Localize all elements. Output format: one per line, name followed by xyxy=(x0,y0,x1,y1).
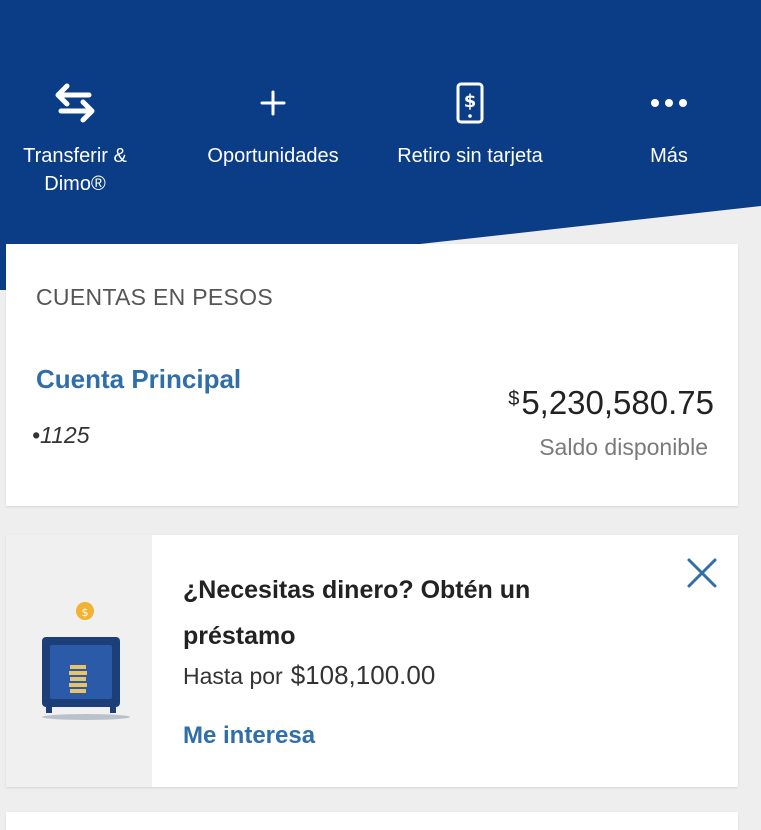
quick-action-oportunidades[interactable]: Oportunidades xyxy=(188,82,358,170)
quick-action-oportunidades-label: Oportunidades xyxy=(207,145,339,167)
svg-text:$: $ xyxy=(82,606,89,619)
transfer-label-line1: Transferir & xyxy=(23,145,127,167)
phone-dollar-icon: $ xyxy=(385,82,555,124)
loan-offer-amount: Hasta por $108,100.00 xyxy=(183,660,435,691)
svg-text:$: $ xyxy=(464,91,477,112)
transfer-arrows-icon xyxy=(0,82,160,124)
loan-illustration-panel: $ xyxy=(6,535,152,787)
account-balance: $ 5,230,580.75 xyxy=(508,384,714,422)
account-number: •1125 xyxy=(32,422,90,448)
transfer-label-line2: Dimo® xyxy=(44,173,106,195)
currency-symbol: $ xyxy=(508,388,520,410)
balance-label: Saldo disponible xyxy=(539,434,708,460)
next-card-peek xyxy=(6,812,738,830)
quick-action-mas[interactable]: Más xyxy=(584,82,754,170)
loan-amount-prefix: Hasta por xyxy=(183,663,283,689)
safe-coin-icon: $ xyxy=(42,602,130,720)
me-interesa-link[interactable]: Me interesa xyxy=(183,722,315,750)
more-dots-icon xyxy=(584,82,754,124)
quick-actions-bar: Transferir & Dimo® Oportunidades $ Retir… xyxy=(0,0,761,230)
quick-action-transfer[interactable]: Transferir & Dimo® xyxy=(0,82,160,198)
balance-value: 5,230,580.75 xyxy=(521,384,714,421)
loan-offer-title: ¿Necesitas dinero? Obtén un préstamo xyxy=(183,576,531,650)
loan-amount-value: $108,100.00 xyxy=(290,660,436,690)
quick-action-retiro-label: Retiro sin tarjeta xyxy=(397,145,543,167)
quick-action-retiro-sin-tarjeta[interactable]: $ Retiro sin tarjeta xyxy=(385,82,555,170)
loan-offer-card: $ ¿Necesitas dinero? Obtén un préstamo H… xyxy=(6,535,738,787)
section-title: CUENTAS EN PESOS xyxy=(36,284,273,310)
close-icon[interactable] xyxy=(684,555,720,591)
quick-action-mas-label: Más xyxy=(650,145,688,167)
plus-icon xyxy=(188,82,358,124)
account-name-link[interactable]: Cuenta Principal xyxy=(36,364,241,395)
accounts-card: CUENTAS EN PESOS Cuenta Principal •1125 … xyxy=(6,244,738,506)
quick-action-transfer-label: Transferir & Dimo® xyxy=(0,142,160,198)
